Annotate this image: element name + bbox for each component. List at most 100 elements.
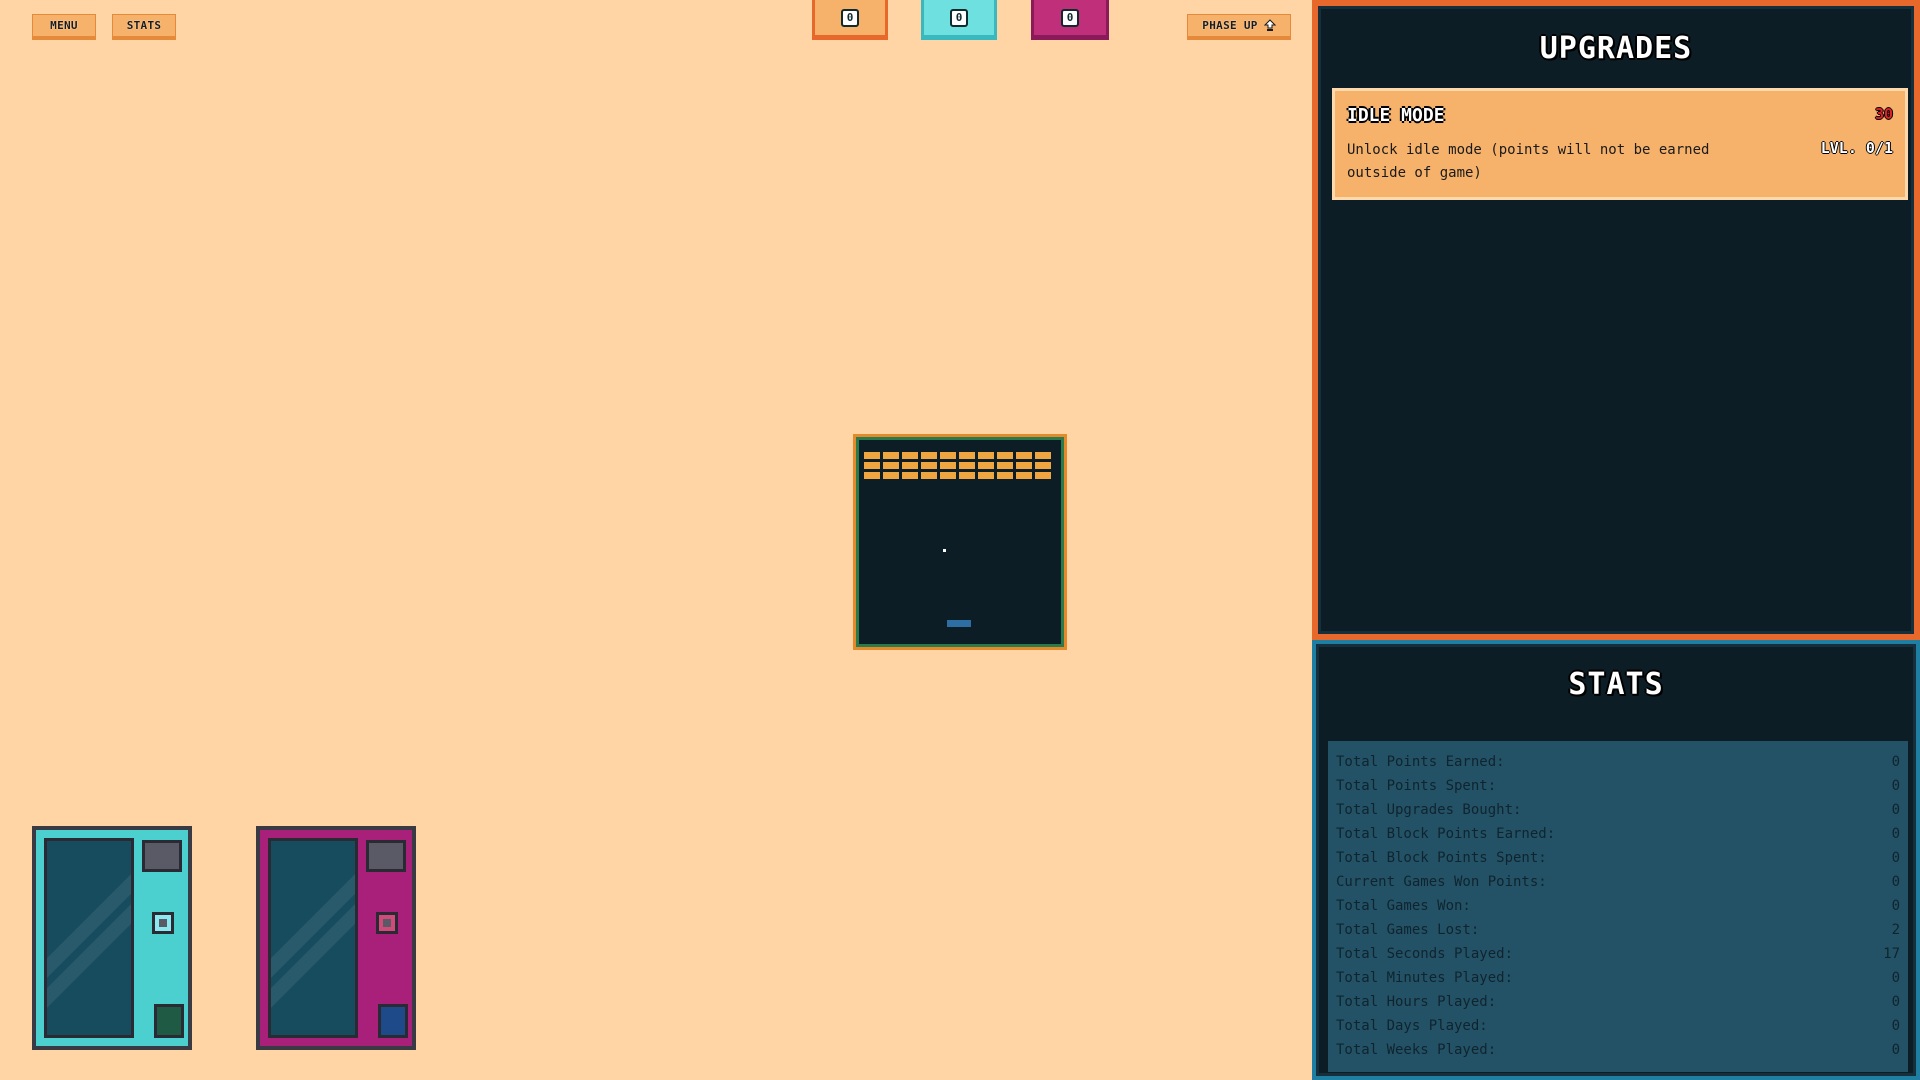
brick [997, 472, 1013, 479]
brick [1016, 452, 1032, 459]
brick [959, 472, 975, 479]
upgrades-title: UPGRADES [1539, 31, 1693, 66]
stat-value: 0 [1891, 826, 1900, 842]
stat-label: Total Upgrades Bought: [1336, 802, 1522, 818]
brick [940, 462, 956, 469]
brick [864, 472, 880, 479]
stat-label: Total Points Spent: [1336, 778, 1497, 794]
stats-panel: STATS Total Points Earned: 0 Total Points… [1312, 640, 1920, 1080]
brick [921, 472, 937, 479]
stat-value: 0 [1891, 970, 1900, 986]
phase-up-button[interactable]: PHASE UP [1187, 14, 1291, 40]
stat-label: Total Points Earned: [1336, 754, 1505, 770]
stat-value: 0 [1891, 778, 1900, 794]
brick [997, 462, 1013, 469]
brick [978, 472, 994, 479]
brick [883, 472, 899, 479]
brick [1016, 472, 1032, 479]
stat-value: 0 [1891, 850, 1900, 866]
brick [959, 462, 975, 469]
ball [943, 549, 946, 552]
stat-label: Total Minutes Played: [1336, 970, 1514, 986]
stat-value: 0 [1891, 754, 1900, 770]
stats-title: STATS [1568, 667, 1664, 702]
cyan-points-value: 0 [950, 8, 968, 27]
stat-row: Total Seconds Played: 17 [1336, 942, 1900, 966]
stat-value: 0 [1891, 898, 1900, 914]
stat-label: Total Seconds Played: [1336, 946, 1514, 962]
stat-label: Current Games Won Points: [1336, 874, 1547, 890]
stat-row: Total Points Spent: 0 [1336, 774, 1900, 798]
brick [864, 462, 880, 469]
phase-up-arrow-icon [1263, 18, 1276, 31]
magenta-machine-slot[interactable] [376, 912, 398, 934]
stat-value: 17 [1883, 946, 1900, 962]
magenta-points-value: 0 [1061, 8, 1079, 27]
cyan-machine-display [142, 840, 182, 872]
magenta-machine-window [268, 838, 358, 1038]
cyan-machine-slot[interactable] [152, 912, 174, 934]
stat-value: 2 [1891, 922, 1900, 938]
paddle[interactable] [947, 620, 971, 627]
brick [978, 452, 994, 459]
stat-label: Total Block Points Spent: [1336, 850, 1547, 866]
brick [1035, 452, 1051, 459]
stat-row: Total Games Lost: 2 [1336, 918, 1900, 942]
breakout-field [856, 437, 1064, 647]
upgrade-description: Unlock idle mode (points will not be ear… [1347, 142, 1710, 181]
orange-points-value: 0 [841, 8, 859, 27]
cyan-points-counter: 0 [921, 0, 997, 40]
brick [902, 462, 918, 469]
magenta-machine-tray[interactable] [378, 1004, 408, 1038]
cyan-machine-tray[interactable] [154, 1004, 184, 1038]
stat-label: Total Days Played: [1336, 1018, 1488, 1034]
upgrade-level: LVL. 0/1 [1820, 139, 1893, 157]
stat-row: Current Games Won Points: 0 [1336, 870, 1900, 894]
brick [978, 462, 994, 469]
cyan-machine[interactable] [32, 826, 192, 1050]
stat-value: 0 [1891, 874, 1900, 890]
stat-label: Total Weeks Played: [1336, 1042, 1497, 1058]
stat-row: Total Hours Played: 0 [1336, 990, 1900, 1014]
breakout-game[interactable] [853, 434, 1067, 650]
brick [940, 452, 956, 459]
upgrade-card-idle-mode[interactable]: IDLE MODE 30 Unlock idle mode (points wi… [1332, 88, 1908, 200]
brick [864, 452, 880, 459]
upgrade-cost: 30 [1874, 105, 1893, 123]
stats-button[interactable]: STATS [112, 14, 176, 40]
cyan-machine-window [44, 838, 134, 1038]
brick [1035, 462, 1051, 469]
brick [883, 462, 899, 469]
stats-list: Total Points Earned: 0 Total Points Spent… [1328, 741, 1908, 1072]
brick [921, 462, 937, 469]
brick [1035, 472, 1051, 479]
magenta-machine[interactable] [256, 826, 416, 1050]
stat-row: Total Block Points Spent: 0 [1336, 846, 1900, 870]
stat-row: Total Points Earned: 0 [1336, 750, 1900, 774]
stat-value: 0 [1891, 1042, 1900, 1058]
brick [883, 452, 899, 459]
menu-button[interactable]: MENU [32, 14, 96, 40]
upgrade-name: IDLE MODE [1347, 105, 1445, 126]
game-area: MENU STATS 0 0 0 PHASE UP [0, 0, 1312, 1080]
stat-row: Total Upgrades Bought: 0 [1336, 798, 1900, 822]
stat-row: Total Block Points Earned: 0 [1336, 822, 1900, 846]
magenta-points-counter: 0 [1031, 0, 1109, 40]
stat-label: Total Hours Played: [1336, 994, 1497, 1010]
stat-label: Total Block Points Earned: [1336, 826, 1556, 842]
brick [997, 452, 1013, 459]
magenta-machine-display [366, 840, 406, 872]
stat-row: Total Weeks Played: 0 [1336, 1038, 1900, 1062]
stat-row: Total Games Won: 0 [1336, 894, 1900, 918]
stat-row: Total Days Played: 0 [1336, 1014, 1900, 1038]
brick [902, 452, 918, 459]
phase-up-label: PHASE UP [1202, 19, 1258, 32]
stat-label: Total Games Lost: [1336, 922, 1480, 938]
orange-points-counter: 0 [812, 0, 888, 40]
brick [1016, 462, 1032, 469]
upgrades-panel: UPGRADES IDLE MODE 30 Unlock idle mode (… [1312, 0, 1920, 640]
stat-label: Total Games Won: [1336, 898, 1471, 914]
brick [940, 472, 956, 479]
stat-value: 0 [1891, 802, 1900, 818]
stat-value: 0 [1891, 1018, 1900, 1034]
